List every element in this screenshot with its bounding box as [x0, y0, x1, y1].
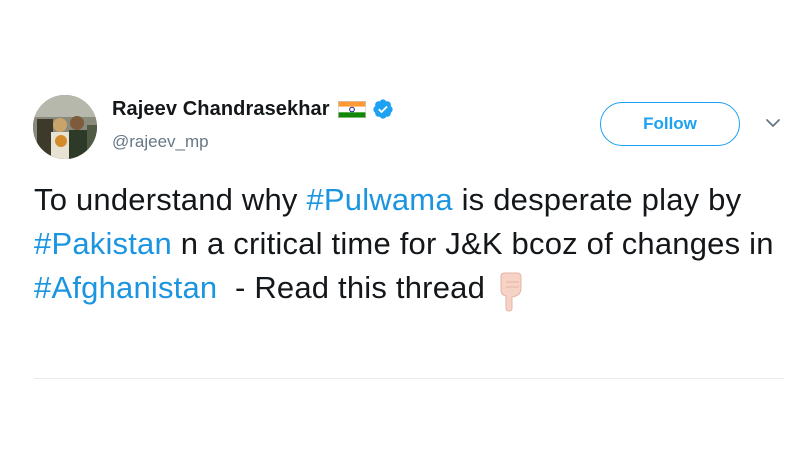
- hashtag-link[interactable]: #Pulwama: [306, 182, 452, 217]
- author-name-row: Rajeev Chandrasekhar: [112, 96, 394, 122]
- tweet-card: Rajeev Chandrasekhar @rajeev_mp Follow T…: [0, 0, 800, 451]
- verified-badge-icon: [372, 98, 394, 120]
- tweet-text-segment: n a critical time for J&K bcoz of change…: [171, 226, 774, 261]
- avatar[interactable]: [33, 95, 97, 159]
- follow-button[interactable]: Follow: [600, 102, 740, 146]
- tweet-text-segment: - Read this thread: [217, 270, 486, 305]
- tweet-text-segment: is desperate play by: [452, 182, 742, 217]
- chevron-down-icon[interactable]: [764, 116, 782, 130]
- pointing-down-icon: [493, 272, 527, 312]
- divider: [34, 378, 784, 379]
- tweet-text: To understand why #Pulwama is desperate …: [34, 178, 794, 312]
- tweet-text-segment: To understand why: [34, 182, 307, 217]
- hashtag-link[interactable]: #Afghanistan: [34, 270, 217, 305]
- india-flag-icon: [337, 100, 366, 118]
- author-handle[interactable]: @rajeev_mp: [112, 132, 209, 152]
- author-display-name[interactable]: Rajeev Chandrasekhar: [112, 98, 330, 121]
- hashtag-link[interactable]: #Pakistan: [34, 226, 172, 261]
